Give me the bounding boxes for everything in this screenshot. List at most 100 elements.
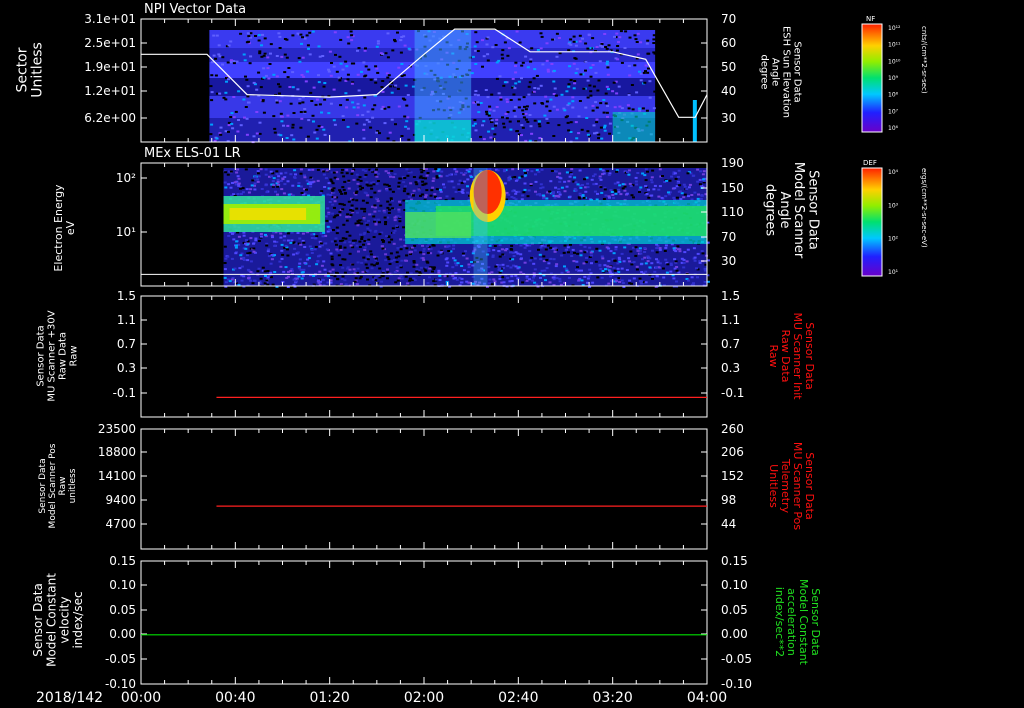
panel-5-y2label: acceleration (785, 588, 798, 656)
panel-2-ylabel: Electron Energy (52, 184, 65, 272)
colorbar-tick: 10¹⁰ (888, 58, 901, 65)
colorbar-tick: 10⁹ (888, 75, 899, 82)
panel-3-ylabel: Raw Data (58, 332, 69, 380)
panel-3-y2tick: 1.1 (721, 313, 740, 327)
panel-2-ytick: 10¹ (116, 225, 136, 239)
colorbar-tick: 10¹ (888, 269, 899, 276)
time-tick-label: 04:00 (687, 690, 727, 706)
panel-4-ytick: 14100 (98, 469, 136, 483)
panel-3-y2tick: 0.7 (721, 337, 740, 351)
panel-5-ylabel: index/sec (71, 591, 85, 648)
time-tick-label: 02:40 (498, 690, 538, 706)
time-tick-label: 02:00 (404, 690, 444, 706)
colorbar-nf-unit: cnts/(cm**2-sr-sec) (920, 26, 928, 94)
panel-3-ytick: 1.5 (117, 289, 136, 303)
colorbar-nf: NF 10¹² 10¹¹ 10¹⁰ 10⁹ 10⁸ 10⁷ 10⁶ cnts/(cm**2-… (861, 15, 928, 133)
colorbar-nf-label: NF (866, 15, 875, 23)
panel-3-ytick: -0.1 (113, 386, 136, 400)
panel-2-ytick: 10² (116, 171, 136, 185)
panel-5-ytick: 0.10 (109, 578, 136, 592)
panel-5-y2tick: 0.10 (721, 578, 748, 592)
panel-1-ylabel: Sector (14, 47, 30, 92)
colorbar-def-unit: ergs/(cm**2-sr-sec-eV) (920, 168, 928, 248)
els-spectrogram (223, 168, 710, 288)
panel-4-ytick: 23500 (98, 422, 136, 436)
panel-5-y2tick: 0.15 (721, 554, 748, 568)
panel-5-ylabel: velocity (58, 597, 72, 644)
time-tick-label: 00:00 (121, 690, 161, 706)
panel-5-ytick: -0.05 (105, 652, 136, 666)
panel1-title: NPI Vector Data (144, 2, 246, 17)
panel-1-y2tick: 40 (721, 84, 736, 98)
panel-3-ytick: 0.7 (117, 337, 136, 351)
panel-4-ytick: 4700 (105, 517, 136, 531)
panel-5-ytick: -0.10 (105, 677, 136, 691)
panel-3-ylabel: Sensor Data (36, 325, 47, 386)
time-tick-label: 00:40 (215, 690, 255, 706)
panel-4-y2tick: 44 (721, 517, 736, 531)
panel-1-ylabel: Unitless (30, 42, 46, 98)
panel-1-ytick: 1.9e+01 (84, 60, 136, 74)
panel-1-y2tick: 60 (721, 36, 736, 50)
panel-3-ylabel: Raw (69, 345, 80, 366)
date-label: 2018/142 (36, 690, 103, 706)
panel-1-y2tick: 50 (721, 60, 736, 74)
panel-2-y2label: degrees (763, 184, 778, 237)
panel-4-ylabel: Model Scanner Pos (48, 443, 58, 528)
panel-1-y2label: degree (759, 54, 770, 89)
panel-3-frame (140, 295, 708, 418)
panel-4-ytick: 18800 (98, 445, 136, 459)
panel-3-y2tick: 0.3 (721, 361, 740, 375)
colorbar-tick: 10⁸ (888, 92, 899, 99)
panel-4-ylabel: Raw (58, 477, 68, 496)
panel-4-y2label: MU Scanner Pos (791, 442, 804, 531)
panel-2-y2label: Angle (777, 192, 792, 229)
panel-2-y2tick: 30 (721, 254, 736, 268)
colorbar-def-gradient (861, 167, 883, 277)
panel-1-y2label: Sensor Data (792, 41, 803, 102)
panel-3-ylabel: MU Scanner +30V (47, 310, 58, 401)
panel-3-y2label: Raw Data (779, 330, 792, 383)
panel-1-y2tick: 70 (721, 12, 736, 26)
time-axis: 00:00 00:40 01:20 02:00 02:40 03:20 04:00 (121, 690, 727, 706)
panel-3-ytick: 1.1 (117, 313, 136, 327)
colorbar-tick: 10³ (888, 202, 899, 209)
panel-5-y2label: Sensor Data (809, 588, 822, 655)
panel-2-y2tick: 150 (721, 181, 744, 195)
panel-1-ytick: 3.1e+01 (84, 12, 136, 26)
panel-5-y2tick: 0.00 (721, 627, 748, 641)
colorbar-def: DEF 10⁴ 10³ 10² 10¹ ergs/(cm**2-sr-sec-eV) (861, 159, 928, 277)
panel-4-ytick: 9400 (105, 493, 136, 507)
panel-5-y2tick: 0.05 (721, 603, 748, 617)
panel-1-ytick: 2.5e+01 (84, 36, 136, 50)
colorbar-nf-gradient (861, 23, 883, 133)
panel-1-y2label: Angle (770, 58, 781, 86)
panel-3-y2label: MU Scanner Init (791, 312, 804, 400)
panel-5-ytick: 0.00 (109, 627, 136, 641)
panel-3-y2label: Raw (767, 344, 780, 367)
colorbar-tick: 10⁴ (888, 169, 899, 176)
colorbar-tick: 10⁷ (888, 108, 899, 115)
panel-2-y2tick: 190 (721, 156, 744, 170)
colorbar-tick: 10¹¹ (888, 42, 901, 49)
panel-4-y2tick: 206 (721, 445, 744, 459)
panel-5-ytick: 0.15 (109, 554, 136, 568)
panel-2-y2tick: 110 (721, 205, 744, 219)
panel-3-ytick: 0.3 (117, 361, 136, 375)
colorbar-tick: 10¹² (888, 25, 901, 32)
panel-5-ytick: 0.05 (109, 603, 136, 617)
panel-3-y2tick: -0.1 (721, 386, 744, 400)
panel-5-y2label: index/sec**2 (773, 587, 786, 657)
time-tick-label: 03:20 (592, 690, 632, 706)
panel2-title: MEx ELS-01 LR (144, 146, 241, 161)
panel-1-y2label: ESH Sun Elevation (781, 26, 792, 118)
panel-4-y2label: Unitless (767, 464, 780, 508)
panel-4-y2label: Sensor Data (803, 452, 816, 519)
panel-1-ytick: 1.2e+01 (84, 84, 136, 98)
panel-5-y2label: Model Constant (797, 579, 810, 666)
panel-4-y2tick: 260 (721, 422, 744, 436)
npi-spectrogram (209, 30, 697, 144)
panel-4-y2label: Telemetry (779, 458, 792, 514)
colorbar-def-label: DEF (863, 159, 877, 167)
panel-5-y2tick: -0.05 (721, 652, 752, 666)
